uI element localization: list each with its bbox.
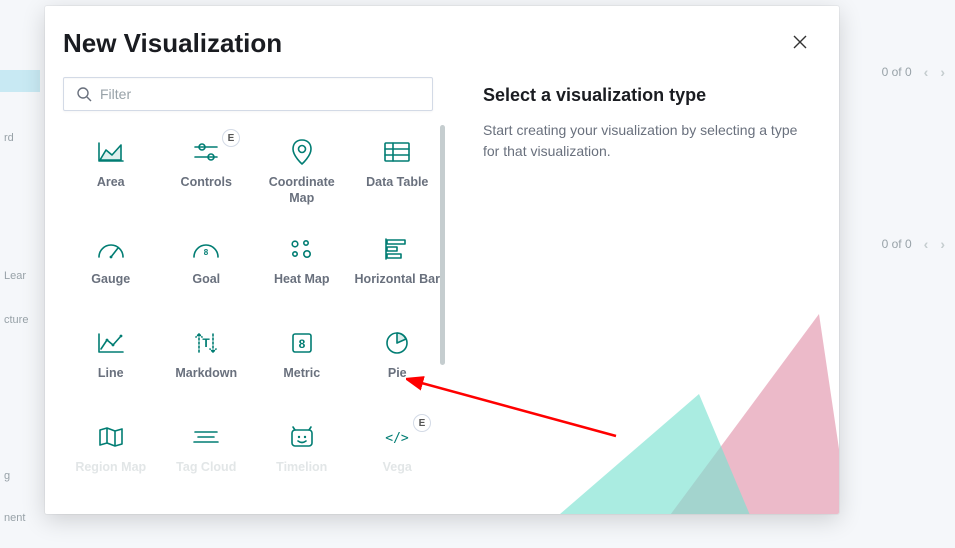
viz-label: Timelion (276, 460, 327, 476)
metric-icon: 8 (283, 328, 321, 358)
bg-sidebar: rd Lear cture g nent (0, 0, 40, 548)
area-icon (92, 137, 130, 167)
region-icon (92, 422, 130, 452)
viz-option-vega[interactable]: </> Vega E (350, 410, 446, 498)
viz-label: Markdown (175, 366, 237, 382)
pie-icon (378, 328, 416, 358)
svg-text:T: T (203, 336, 211, 350)
viz-option-coordinate-map[interactable]: Coordinate Map (254, 125, 350, 216)
search-icon (76, 86, 92, 102)
controls-icon (187, 137, 225, 167)
viz-label: Metric (283, 366, 320, 382)
svg-text:</>: </> (386, 431, 410, 446)
experimental-badge: E (222, 129, 240, 147)
right-panel: Select a visualization type Start creati… (445, 69, 839, 514)
viz-option-data-table[interactable]: Data Table (350, 125, 446, 216)
viz-label: Gauge (91, 272, 130, 288)
viz-option-region-map[interactable]: Region Map (63, 410, 159, 498)
viz-option-controls[interactable]: Controls E (159, 125, 255, 216)
viz-label: Pie (388, 366, 407, 382)
right-panel-title: Select a visualization type (483, 85, 811, 106)
modal-title: New Visualization (63, 28, 282, 59)
coord-icon (283, 137, 321, 167)
close-icon (793, 35, 807, 49)
bg-pager-1: 0 of 0 ‹ › (882, 64, 945, 80)
viz-option-gauge[interactable]: Gauge (63, 222, 159, 310)
heat-icon (283, 234, 321, 264)
svg-text:8: 8 (204, 248, 209, 257)
viz-option-heat-map[interactable]: Heat Map (254, 222, 350, 310)
viz-grid: Area Controls E Coordinate Map Data Table Gau… (63, 125, 445, 506)
viz-option-timelion[interactable]: Timelion (254, 410, 350, 498)
decorative-shapes (459, 254, 839, 514)
viz-option-metric[interactable]: 8 Metric (254, 316, 350, 404)
experimental-badge: E (413, 414, 431, 432)
svg-text:8: 8 (298, 337, 305, 351)
viz-label: Goal (192, 272, 220, 288)
new-visualization-modal: New Visualization Area Controls E Coordinat… (45, 6, 839, 514)
table-icon (378, 137, 416, 167)
viz-label: Region Map (75, 460, 146, 476)
viz-option-tag-cloud[interactable]: Tag Cloud (159, 410, 255, 498)
filter-input[interactable] (100, 86, 420, 102)
markdown-icon: T (187, 328, 225, 358)
vega-icon: </> (378, 422, 416, 452)
chevron-left-icon: ‹ (924, 64, 929, 80)
viz-option-line[interactable]: Line (63, 316, 159, 404)
gauge-icon (92, 234, 130, 264)
close-button[interactable] (789, 29, 811, 58)
viz-option-area[interactable]: Area (63, 125, 159, 216)
viz-option-horizontal-bar[interactable]: Horizontal Bar (350, 222, 446, 310)
viz-label: Heat Map (274, 272, 330, 288)
viz-label: Controls (181, 175, 232, 191)
tag-icon (187, 422, 225, 452)
bg-pager-2: 0 of 0 ‹ › (882, 236, 945, 252)
right-panel-desc: Start creating your visualization by sel… (483, 120, 811, 162)
left-panel: Area Controls E Coordinate Map Data Table Gau… (45, 69, 445, 514)
hbar-icon (378, 234, 416, 264)
timelion-icon (283, 422, 321, 452)
chevron-right-icon: › (940, 236, 945, 252)
viz-label: Horizontal Bar (355, 272, 440, 288)
filter-field[interactable] (63, 77, 433, 111)
chevron-left-icon: ‹ (924, 236, 929, 252)
viz-option-pie[interactable]: Pie (350, 316, 446, 404)
chevron-right-icon: › (940, 64, 945, 80)
goal-icon: 8 (187, 234, 225, 264)
viz-option-goal[interactable]: 8 Goal (159, 222, 255, 310)
viz-label: Coordinate Map (258, 175, 346, 206)
viz-label: Area (97, 175, 125, 191)
viz-label: Tag Cloud (176, 460, 236, 476)
line-icon (92, 328, 130, 358)
viz-label: Line (98, 366, 124, 382)
viz-label: Data Table (366, 175, 428, 191)
viz-option-markdown[interactable]: T Markdown (159, 316, 255, 404)
viz-label: Vega (383, 460, 412, 476)
